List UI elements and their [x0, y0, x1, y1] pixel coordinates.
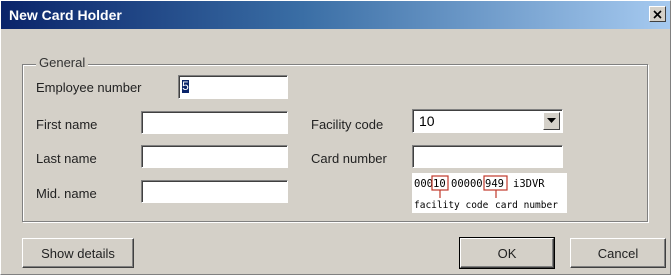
ok-button[interactable]: OK — [459, 237, 555, 269]
card-suffix-text: i3DVR — [513, 178, 545, 190]
window-title: New Card Holder — [9, 7, 122, 23]
cancel-button[interactable]: Cancel — [570, 238, 666, 268]
card-number-sample-text: 949 — [485, 178, 504, 190]
close-icon — [653, 9, 662, 19]
card-prefix-text: 000 — [414, 178, 433, 190]
employee-number-value: 5 — [182, 79, 189, 93]
show-details-button[interactable]: Show details — [22, 238, 134, 268]
last-name-field[interactable] — [141, 145, 288, 168]
facility-code-value: 10 — [419, 113, 435, 129]
chevron-down-icon — [547, 118, 556, 123]
first-name-label: First name — [36, 117, 98, 132]
mid-name-label: Mid. name — [36, 186, 97, 201]
employee-number-label: Employee number — [36, 80, 142, 95]
card-format-illustration: 000 10 00000 949 i3DVR facility code car… — [412, 173, 567, 213]
facility-code-select[interactable]: 10 — [412, 109, 563, 133]
employee-number-field[interactable] — [178, 75, 288, 99]
card-caption: card number — [495, 200, 558, 211]
mid-name-field[interactable] — [141, 180, 288, 203]
new-card-holder-dialog: New Card Holder General Employee number … — [0, 0, 671, 275]
card-number-label: Card number — [311, 151, 387, 166]
connector-lines — [439, 190, 497, 198]
first-name-field[interactable] — [141, 111, 288, 134]
title-bar[interactable]: New Card Holder — [1, 1, 670, 29]
card-number-field[interactable] — [412, 145, 563, 168]
facility-code-label: Facility code — [311, 117, 384, 132]
close-button[interactable] — [649, 6, 666, 22]
card-facility-text: 10 — [433, 178, 446, 190]
last-name-label: Last name — [36, 151, 97, 166]
facility-caption: facility code — [414, 200, 489, 211]
card-format-diagram: 000 10 00000 949 i3DVR facility code car… — [414, 175, 558, 211]
card-middle-text: 00000 — [451, 178, 483, 190]
facility-code-dropdown-button[interactable] — [543, 112, 560, 130]
general-group-label: General — [36, 55, 89, 70]
